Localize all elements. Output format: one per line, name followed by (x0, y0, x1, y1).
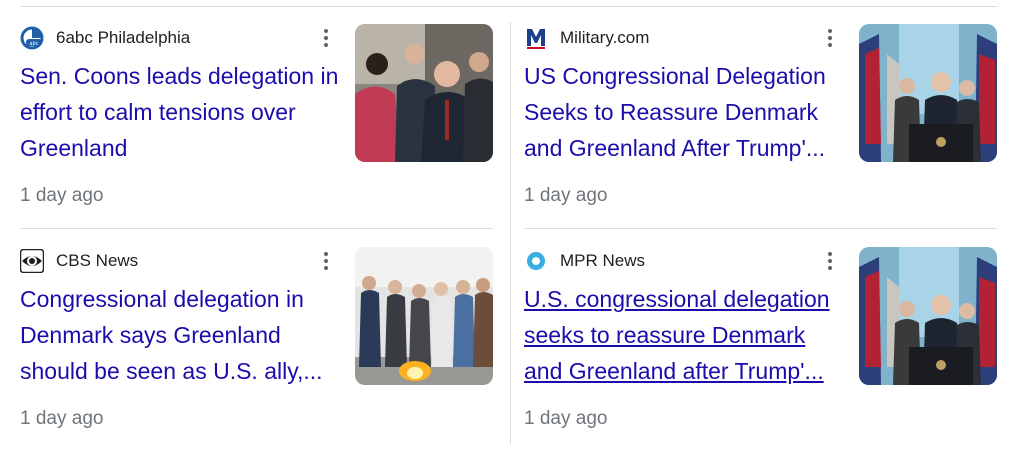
thumbnail-image[interactable] (859, 24, 997, 162)
headline-link[interactable]: U.S. congressional delegation seeks to r… (524, 281, 846, 389)
timestamp: 1 day ago (20, 408, 104, 429)
military-com-logo-icon (524, 26, 548, 50)
more-options-button[interactable] (820, 26, 840, 50)
source-row: Military.com (524, 26, 649, 50)
column-divider (510, 22, 511, 444)
more-options-button[interactable] (316, 26, 336, 50)
thumbnail-image[interactable] (355, 247, 493, 385)
headline-link[interactable]: Congressional delegation in Denmark says… (20, 281, 342, 389)
source-name: MPR News (560, 251, 646, 270)
source-row: MPR News (524, 249, 645, 273)
mpr-logo-icon (524, 249, 548, 273)
6abc-logo-icon: abc (20, 26, 44, 50)
source-row: CBS News (20, 249, 138, 273)
timestamp: 1 day ago (20, 185, 104, 206)
thumbnail-image[interactable] (355, 24, 493, 162)
cbs-eye-logo-icon (20, 249, 44, 273)
news-card[interactable]: CBS News Congressional delegation in Den… (20, 247, 498, 462)
timestamp: 1 day ago (524, 185, 608, 206)
svg-text:abc: abc (30, 41, 39, 47)
source-name: Military.com (560, 28, 650, 47)
top-divider (20, 6, 997, 7)
source-row: abc 6abc Philadelphia (20, 26, 190, 50)
more-options-button[interactable] (316, 249, 336, 273)
headline-link[interactable]: Sen. Coons leads delegation in effort to… (20, 58, 342, 166)
news-card[interactable]: MPR News U.S. congressional delegation s… (524, 247, 1002, 462)
thumbnail-image[interactable] (859, 247, 997, 385)
more-options-button[interactable] (820, 249, 840, 273)
headline-link[interactable]: US Congressional Delegation Seeks to Rea… (524, 58, 846, 166)
timestamp: 1 day ago (524, 408, 608, 429)
source-name: CBS News (56, 251, 139, 270)
source-name: 6abc Philadelphia (56, 28, 191, 47)
news-card[interactable]: abc 6abc Philadelphia Sen. Coons leads d… (20, 24, 498, 239)
news-card[interactable]: Military.com US Congressional Delegation… (524, 24, 1002, 239)
